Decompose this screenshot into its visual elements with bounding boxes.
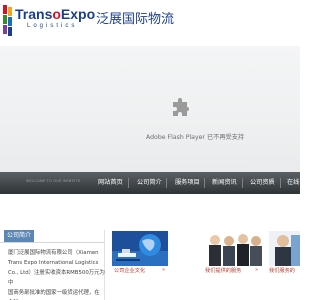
client-photo-image [269,231,300,266]
about-panel: 公司简介 厦门泛展国际物流有限公司（Xiamen Trans Expo Inte… [0,230,105,300]
about-line: Trans Expo International Logistics [8,260,99,266]
about-text: 厦门泛展国际物流有限公司（Xiamen Trans Expo Internati… [8,248,105,300]
about-line: 国商务部批准的国家一级货运代理，在全球 [8,290,100,296]
nav-divider [204,178,205,188]
logo-expo: Expo [60,6,96,22]
culture-more-icon[interactable]: » [162,267,165,273]
service-caption[interactable]: 我们提供的服务 [205,267,241,274]
logo-chinese: 泛展国际物流 [96,12,175,27]
logo-trans: Trans [15,6,53,22]
nav-item-consult[interactable]: 在线咨 [287,172,306,194]
main-nav: WELCOME TO OUR WEBSITE 网站首页 公司简介 服务项目 新闻… [0,172,306,194]
logo-subtitle: Logistics [27,23,78,29]
client-caption[interactable]: 我们服务的 [269,267,295,274]
service-more-icon[interactable]: » [255,267,258,273]
logo-mark-icon [3,5,14,41]
flash-banner[interactable]: Adobe Flash Player 已不再受支持 [0,46,300,172]
logo-english[interactable]: TransoExpo [15,6,95,22]
flash-unsupported-message: Adobe Flash Player 已不再受支持 [146,134,245,141]
nav-divider [242,178,243,188]
nav-item-news[interactable]: 新闻资讯 [212,172,237,194]
about-title[interactable]: 公司简介 [4,230,35,242]
nav-divider [166,178,167,188]
logo-o: o [52,6,61,22]
nav-item-qualification[interactable]: 公司资质 [250,172,275,194]
panel-divider [0,242,105,243]
nav-item-home[interactable]: 网站首页 [98,172,123,194]
nav-welcome-text: WELCOME TO OUR WEBSITE [26,179,81,183]
nav-item-services[interactable]: 服务项目 [175,172,200,194]
culture-caption[interactable]: 公司企业文化 [114,267,145,274]
content-area: 公司简介 厦门泛展国际物流有限公司（Xiamen Trans Expo Inte… [0,194,300,300]
about-line: Co., Ltd）注册实收资本RMB500万元为中 [8,270,105,286]
nav-divider [280,178,281,188]
globe-ship-image [112,231,168,266]
nav-item-about[interactable]: 公司简介 [137,172,162,194]
puzzle-plugin-icon [173,98,189,116]
about-line: 厦门泛展国际物流有限公司（Xiamen [8,250,99,256]
client-image[interactable] [269,231,300,266]
nav-divider [128,178,129,188]
services-panel: 公司企业文化 » 我们提供的服务 » 我们服务的 [109,230,300,300]
business-people-image [205,231,263,266]
service-image[interactable] [205,231,263,266]
culture-image[interactable] [112,231,168,266]
site-header: TransoExpo Logistics 泛展国际物流 [0,0,300,46]
